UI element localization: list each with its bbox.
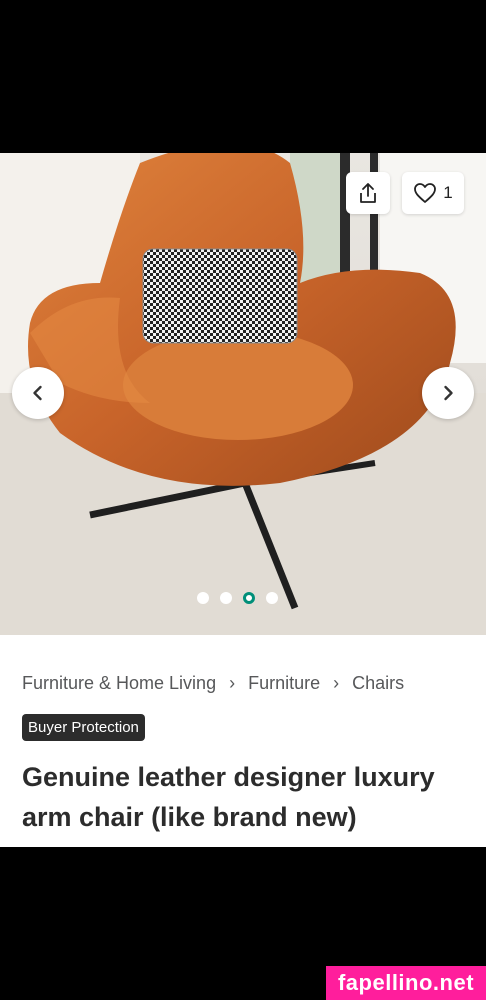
breadcrumb-item-chairs[interactable]: Chairs [352,673,404,694]
carousel-indicator [197,592,278,604]
watermark: fapellino.net [326,966,486,1000]
listing-info: Furniture & Home Living › Furniture › Ch… [0,635,486,847]
listing-photo[interactable] [0,153,486,635]
breadcrumb-item-furniture[interactable]: Furniture [248,673,320,694]
share-button[interactable] [346,172,390,214]
like-count: 1 [443,183,453,202]
breadcrumb-item-furniture-home-living[interactable]: Furniture & Home Living [22,673,216,694]
chevron-right-icon [444,385,453,401]
heart-icon [414,183,437,203]
like-button[interactable]: 1 [402,172,464,214]
chevron-right-icon: › [333,673,340,693]
breadcrumb: Furniture & Home Living › Furniture › Ch… [22,673,404,694]
buyer-protection-badge[interactable]: Buyer Protection [22,714,145,741]
chair-illustration [0,153,486,635]
carousel-dot[interactable] [197,592,209,604]
previous-image-button[interactable] [12,367,64,419]
top-letterbox [0,0,486,153]
chevron-right-icon: › [229,673,236,693]
listing-title: Genuine leather designer luxury arm chai… [22,762,435,832]
carousel-dot-active[interactable] [243,592,255,604]
carousel-dot[interactable] [266,592,278,604]
share-icon [360,183,376,203]
chevron-left-icon [33,385,42,401]
next-image-button[interactable] [422,367,474,419]
carousel-dot[interactable] [220,592,232,604]
